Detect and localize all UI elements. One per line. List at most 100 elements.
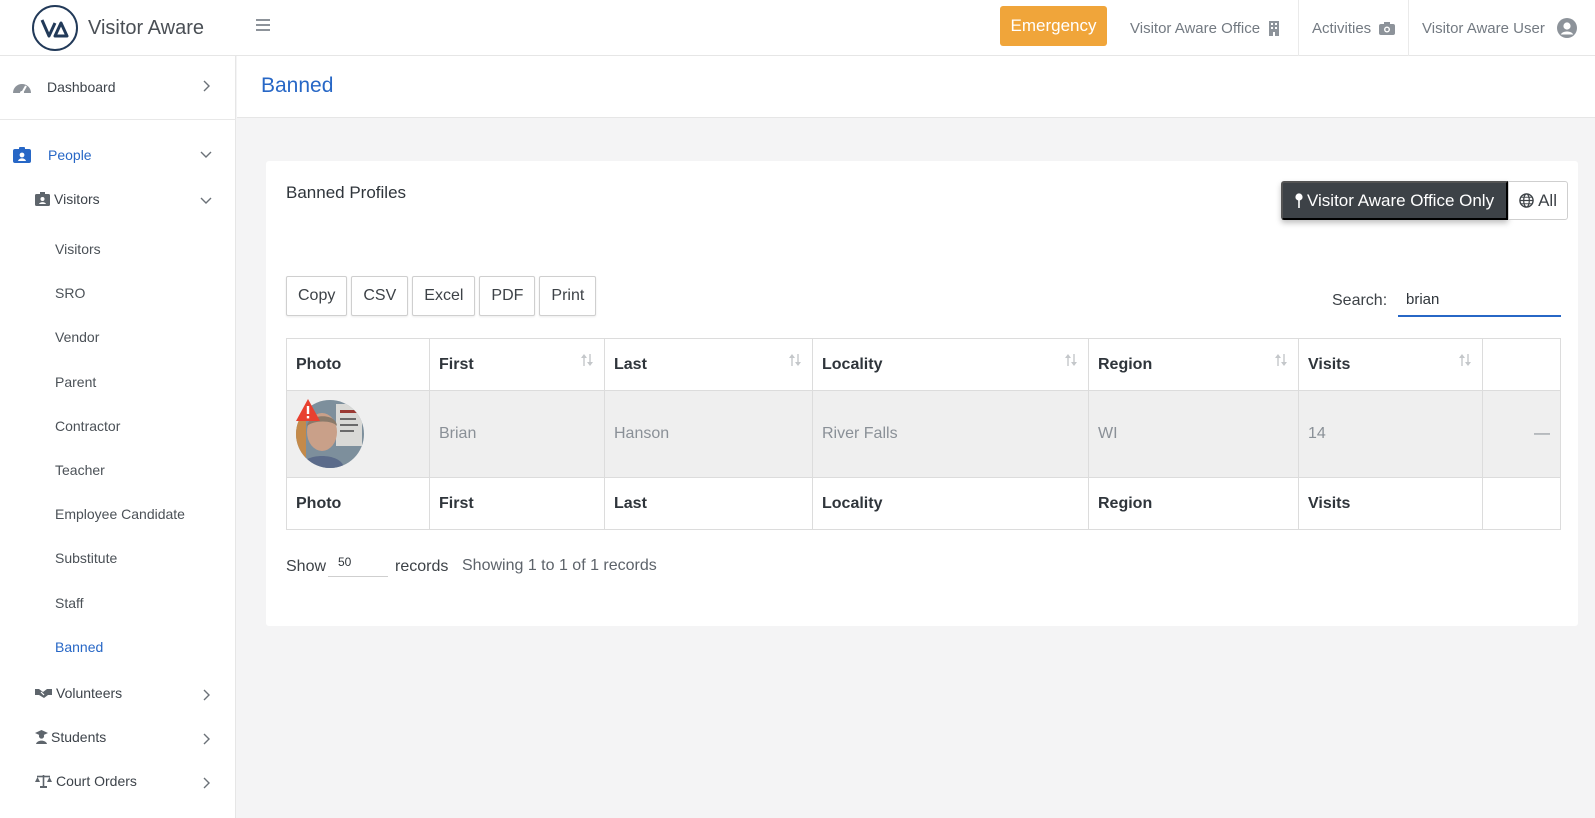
sidebar-item-people[interactable]: People — [0, 144, 236, 166]
sidebar-item-label: Students — [51, 729, 107, 745]
sort-icon — [1275, 354, 1287, 366]
all-offices-label: All — [1538, 190, 1557, 210]
column-header-actions — [1482, 338, 1561, 391]
id-badge-icon — [13, 147, 31, 163]
sidebar-item-label: Visitors — [54, 191, 100, 207]
column-header-photo: Photo — [286, 338, 430, 391]
sidebar-item-contractor[interactable]: Contractor — [55, 418, 120, 434]
chevron-right-icon — [203, 733, 210, 745]
column-header-first[interactable]: First — [429, 338, 605, 391]
sidebar-item-employee-candidate[interactable]: Employee Candidate — [55, 506, 185, 522]
page-title: Banned — [261, 74, 334, 97]
navbar-divider — [1298, 0, 1299, 56]
globe-icon — [1519, 193, 1534, 208]
column-footer-photo: Photo — [286, 477, 430, 530]
records-label: records — [395, 558, 449, 575]
column-footer-locality: Locality — [812, 477, 1089, 530]
all-offices-button[interactable]: All — [1508, 181, 1568, 220]
map-pin-icon — [1295, 193, 1303, 208]
chevron-right-icon — [203, 689, 210, 701]
handshake-icon — [35, 689, 52, 698]
page-header: Banned — [237, 56, 1595, 118]
chevron-right-icon — [203, 777, 210, 789]
chevron-down-icon — [200, 151, 212, 158]
sidebar-item-banned[interactable]: Banned — [55, 639, 103, 655]
column-header-region[interactable]: Region — [1088, 338, 1299, 391]
sidebar-item-vendor[interactable]: Vendor — [55, 329, 99, 345]
row-action-button[interactable]: — — [1482, 390, 1561, 478]
sidebar-item-label: Court Orders — [56, 773, 137, 789]
sort-icon — [1459, 354, 1471, 366]
sidebar-item-students[interactable]: Students — [0, 726, 236, 748]
sidebar-item-volunteers[interactable]: Volunteers — [0, 682, 236, 704]
sidebar-item-label: Dashboard — [47, 79, 116, 95]
sidebar-item-visitors[interactable]: Visitors — [55, 241, 101, 257]
cell-first: Brian — [429, 390, 605, 478]
building-icon — [1269, 20, 1280, 36]
brand[interactable]: Visitor Aware — [32, 5, 204, 51]
card-title: Banned Profiles — [286, 183, 407, 202]
column-footer-first: First — [429, 477, 605, 530]
column-header-label: Visits — [1308, 355, 1351, 373]
sidebar-item-parent[interactable]: Parent — [55, 374, 96, 390]
cell-visits: 14 — [1298, 390, 1483, 478]
table-row[interactable]: Brian Hanson River Falls WI 14 — — [286, 390, 1561, 478]
office-only-label: Visitor Aware Office Only — [1307, 190, 1495, 210]
copy-button[interactable]: Copy — [286, 276, 348, 316]
column-header-visits[interactable]: Visits — [1298, 338, 1483, 391]
id-card-icon — [35, 192, 50, 206]
brand-name: Visitor Aware — [88, 16, 204, 39]
office-selector[interactable]: Visitor Aware Office — [1130, 0, 1280, 56]
scale-balance-icon — [35, 775, 52, 788]
sidebar-item-label: People — [48, 147, 92, 163]
activities-link[interactable]: Activities — [1312, 0, 1396, 56]
menu-toggle-icon[interactable] — [256, 17, 270, 38]
sidebar-item-visitors-group[interactable]: Visitors — [0, 188, 236, 210]
warning-icon — [296, 399, 320, 421]
sort-icon — [1065, 354, 1077, 366]
cell-last: Hanson — [604, 390, 813, 478]
banned-profiles-card: Banned Profiles Visitor Aware Office Onl… — [266, 161, 1578, 626]
sidebar-divider — [0, 119, 236, 120]
sidebar: Dashboard People Visitors Visitors SRO V… — [0, 56, 236, 818]
user-menu[interactable]: Visitor Aware User — [1422, 0, 1577, 56]
column-header-label: Locality — [822, 355, 883, 373]
profile-photo[interactable] — [296, 399, 366, 469]
sidebar-item-court-orders[interactable]: Court Orders — [0, 770, 236, 792]
dashboard-gauge-icon — [13, 84, 31, 95]
banned-profiles-table: Photo First Last Locality Region Visits … — [286, 338, 1561, 530]
user-label: Visitor Aware User — [1422, 19, 1545, 37]
scope-toggle: Visitor Aware Office Only All — [1281, 181, 1568, 220]
student-icon — [35, 730, 48, 744]
column-header-label: First — [439, 355, 474, 373]
sidebar-item-teacher[interactable]: Teacher — [55, 462, 105, 478]
records-info: Showing 1 to 1 of 1 records — [462, 557, 657, 574]
sidebar-item-staff[interactable]: Staff — [55, 595, 84, 611]
excel-button[interactable]: Excel — [412, 276, 476, 316]
sidebar-item-substitute[interactable]: Substitute — [55, 550, 117, 566]
table-header-row: Photo First Last Locality Region Visits — [286, 338, 1561, 391]
column-header-locality[interactable]: Locality — [812, 338, 1089, 391]
sidebar-item-dashboard[interactable]: Dashboard — [0, 76, 236, 98]
column-header-last[interactable]: Last — [604, 338, 813, 391]
column-footer-region: Region — [1088, 477, 1299, 530]
print-button[interactable]: Print — [539, 276, 597, 316]
top-navbar: Visitor Aware Emergency Visitor Aware Of… — [0, 0, 1595, 56]
cell-region: WI — [1088, 390, 1299, 478]
user-circle-icon — [1556, 18, 1577, 38]
pdf-button[interactable]: PDF — [479, 276, 536, 316]
page-length-select[interactable] — [328, 547, 388, 577]
sidebar-item-label: Volunteers — [56, 685, 123, 701]
emergency-button[interactable]: Emergency — [1000, 6, 1107, 46]
sort-icon — [789, 354, 801, 366]
office-only-button[interactable]: Visitor Aware Office Only — [1281, 181, 1509, 220]
show-label: Show — [286, 558, 327, 575]
csv-button[interactable]: CSV — [351, 276, 409, 316]
column-footer-last: Last — [604, 477, 813, 530]
sort-icon — [581, 354, 593, 366]
column-header-label: Last — [614, 355, 647, 373]
camera-icon — [1379, 21, 1396, 35]
chevron-right-icon — [203, 80, 210, 92]
search-input[interactable] — [1398, 284, 1561, 317]
sidebar-item-sro[interactable]: SRO — [55, 285, 85, 301]
